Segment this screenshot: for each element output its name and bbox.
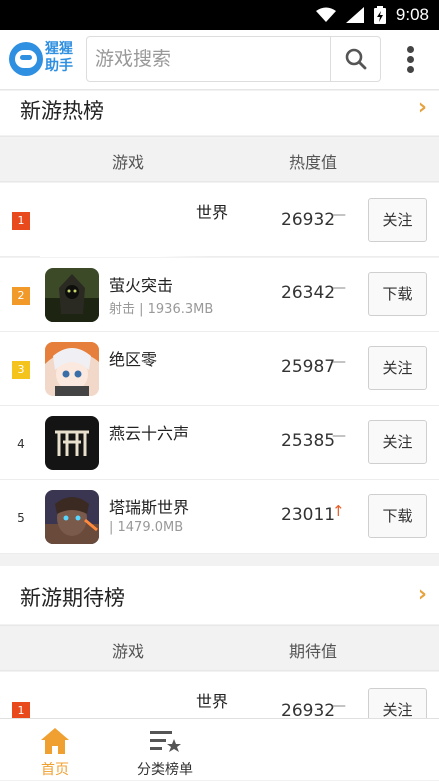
trend-up-icon: ↑ — [332, 502, 345, 520]
rank-badge: 2 — [12, 287, 30, 305]
chevron-right-icon: › — [417, 95, 427, 120]
game-name: 绝区零 — [109, 350, 158, 369]
game-name: 燕云十六声 — [109, 424, 190, 443]
col-game-label: 游戏 — [112, 153, 145, 172]
game-name: 世界 — [196, 203, 229, 222]
app-logo[interactable]: 猩猩助手 — [9, 40, 79, 78]
signal-icon — [345, 7, 364, 23]
hot-row-3[interactable]: 3 绝区零 25987 — 关注 — [0, 332, 439, 406]
game-thumbnail — [45, 490, 99, 544]
tab-category-label: 分类榜单 — [137, 762, 193, 778]
game-meta: 射击 | 1936.3MB — [109, 302, 214, 317]
trend-flat-icon: — — [332, 280, 346, 296]
heat-value: 25987 — [281, 357, 336, 377]
trend-flat-icon: — — [332, 207, 346, 223]
list-star-icon — [150, 731, 181, 752]
rank-badge: 1 — [12, 212, 30, 230]
top-bar: 猩猩助手 — [0, 30, 439, 90]
heat-value: 26342 — [281, 283, 336, 303]
search-box — [86, 36, 381, 82]
rank-number: 5 — [17, 511, 25, 525]
hot-row-5[interactable]: 5 塔瑞斯世界 | 1479.0MB 23011 ↑ 下载 — [0, 480, 439, 554]
trend-flat-icon: — — [332, 428, 346, 444]
col-heat-label: 热度值 — [289, 153, 338, 172]
download-button[interactable]: 下载 — [368, 494, 427, 538]
more-menu-icon[interactable] — [398, 38, 422, 78]
wifi-icon — [315, 7, 336, 22]
tab-home-label: 首页 — [41, 762, 69, 778]
expect-list-title: 新游期待榜 — [20, 586, 125, 610]
hot-column-header: 游戏 热度值 — [0, 136, 439, 182]
game-meta: | 1479.0MB — [109, 520, 184, 535]
game-name: 世界 — [196, 692, 229, 711]
hot-row-1[interactable]: 1 世界 26932 — 关注 — [0, 183, 439, 257]
game-name: 塔瑞斯世界 — [109, 498, 190, 517]
rank-number: 4 — [17, 437, 25, 451]
status-time: 9:08 — [395, 5, 429, 24]
col-expect-label: 期待值 — [289, 642, 338, 661]
bottom-tab-bar: 首页 分类榜单 — [0, 718, 439, 780]
game-thumbnail — [45, 416, 99, 470]
trend-flat-icon: — — [332, 698, 346, 714]
heat-value: 25385 — [281, 431, 336, 451]
tab-category-ranking[interactable]: 分类榜单 — [110, 719, 220, 781]
trend-flat-icon: — — [332, 354, 346, 370]
expect-list-header[interactable]: 新游期待榜 › — [0, 566, 439, 624]
heat-value: 26932 — [281, 210, 336, 230]
chevron-right-icon: › — [417, 582, 427, 607]
follow-button[interactable]: 关注 — [368, 346, 427, 390]
col-game-label: 游戏 — [112, 642, 145, 661]
hot-list-header[interactable]: 新游热榜 › — [0, 91, 439, 135]
follow-button[interactable]: 关注 — [368, 198, 427, 242]
status-bar: 9:08 — [0, 0, 439, 30]
hot-row-4[interactable]: 4 燕云十六声 25385 — 关注 — [0, 406, 439, 480]
search-button[interactable] — [330, 37, 380, 81]
blurred-thumbnail — [40, 183, 210, 257]
search-input[interactable] — [95, 44, 325, 74]
hot-row-2[interactable]: 2 萤火突击 射击 | 1936.3MB 26342 — 下载 — [0, 258, 439, 332]
tab-home[interactable]: 首页 — [0, 719, 110, 781]
rank-badge: 3 — [12, 361, 30, 379]
battery-icon — [373, 6, 386, 24]
monkey-logo-icon — [9, 42, 43, 76]
download-button[interactable]: 下载 — [368, 272, 427, 316]
home-icon — [41, 728, 69, 754]
search-icon — [345, 48, 367, 70]
heat-value: 23011 — [281, 505, 336, 525]
logo-text: 猩猩助手 — [45, 41, 73, 74]
expect-column-header: 游戏 期待值 — [0, 625, 439, 671]
game-thumbnail — [45, 342, 99, 396]
follow-button[interactable]: 关注 — [368, 420, 427, 464]
game-thumbnail — [45, 268, 99, 322]
hot-list-title: 新游热榜 — [20, 99, 104, 123]
game-name: 萤火突击 — [109, 276, 174, 295]
